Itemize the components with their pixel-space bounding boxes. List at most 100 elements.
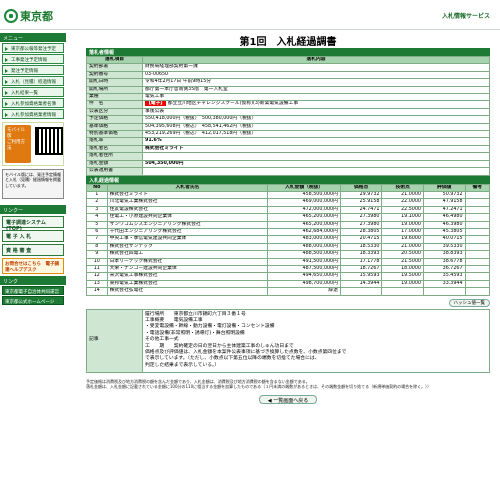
bid-cell: 465,200,000円	[267, 220, 341, 229]
winner-row-label: 開札場所	[86, 85, 143, 95]
winner-row: 件 名【電子】 都立立川地区チャレンジスクール(仮称)(3)新築電気設備工事	[86, 100, 490, 109]
winner-row: 公表適用書	[86, 167, 490, 176]
winner-row-text: 都庁第一本庁舎南側35階 第一入札室	[145, 86, 228, 92]
mobile-note: モバイル版には、発注予定情報と入札（見積）経過情報を掲載しています。	[2, 169, 64, 199]
sidebar-item-order-schedule[interactable]: 発注予定情報	[2, 65, 64, 75]
sidebar-item-bid-progress[interactable]: 入札（見積）経過情報	[2, 76, 64, 86]
bid-cell: 株式会社四電工	[106, 250, 269, 259]
qr-code-icon	[35, 127, 63, 155]
remarks-content: 履行場所 東京都立川市錦町六丁目３番１号 工事概要 電気設備工事 ・受変電設備・幹線…	[142, 308, 490, 373]
sidebar-item-vendor-info[interactable]: 入札参加資格業者情報	[2, 109, 64, 119]
bid-cell: 3	[86, 205, 108, 215]
bid-row: 7 中央工事・季信電気建設共同企業体 483,000,000円 20.4715 19.6…	[86, 235, 490, 244]
winner-row-label: 契約番号	[86, 70, 143, 80]
bid-cell: 498,700,000円	[267, 279, 341, 289]
bid-cell	[464, 190, 490, 200]
winner-row-text: 都立立川地区チャレンジスクール(仮称)(3)新築電気設備工事	[167, 101, 299, 107]
bid-cell: 7	[86, 235, 108, 244]
sidebar-item-koho[interactable]: 東京都公報等発注予定	[2, 43, 64, 53]
bid-cell: 川北電気工業株式会社	[106, 198, 269, 207]
bid-cell	[464, 235, 490, 244]
bid-cell: 483,000,000円	[267, 235, 341, 244]
bid-cell: 21.5000	[381, 257, 424, 266]
bid-cell: 日本リーテック株式会社	[106, 257, 269, 266]
winner-row-text: 504,395,608円（税込） 458,541,462円（税抜）	[145, 123, 257, 129]
bid-cell: 19.0000	[381, 220, 424, 229]
bid-cell	[464, 220, 490, 229]
winner-row-label: 落札者名	[86, 144, 143, 154]
winner-row-value: 453,219,269円（税込） 412,017,518円（税抜）	[142, 130, 490, 139]
winner-section-title: 落札者情報	[86, 48, 490, 56]
bid-cell: 462,684,000円	[267, 227, 341, 237]
winner-row: 契約番号 03-00650	[86, 70, 490, 80]
tokyo-logo[interactable]: 東京都	[4, 8, 53, 24]
bid-cell	[464, 205, 490, 215]
mobile-usage-link[interactable]: ご利用方法	[7, 140, 25, 151]
bid-cell: 18.5330	[339, 242, 383, 252]
sidebar-item-bid-results[interactable]: 入札結果一覧	[2, 87, 64, 97]
bid-cell	[464, 242, 490, 252]
bid-cell	[464, 250, 490, 259]
winner-row-label: 特別基準価格	[86, 130, 143, 139]
mobile-panel[interactable]: モバイル版 ご利用方法	[2, 122, 64, 166]
bid-row: 1 株式会社ミライト 458,500,000円 29.9732 21.0000 50.97…	[86, 190, 490, 200]
bid-row: 4 住電工・小原建設共同企業体 465,200,000円 27.3980 19.1000…	[86, 213, 490, 222]
links-title: リンクー	[0, 205, 66, 214]
bid-cell: 27.3980	[339, 213, 383, 222]
sidebar-item-construction-schedule[interactable]: 工事発注予定情報	[2, 54, 64, 64]
winner-row-value: 504,350,000円	[142, 159, 490, 169]
winner-row-label: 契約部署	[86, 63, 143, 72]
winner-row-label: 公表適用書	[86, 167, 143, 176]
winner-row-value: 電気工事	[142, 93, 490, 102]
hash-list-button[interactable]: ハッシュ値一覧	[448, 298, 490, 307]
winner-row-text: 令和4年2月17日 午前9時15分	[145, 79, 212, 85]
remarks-line: 判定した結果まで表示している。）	[145, 362, 220, 368]
bid-cell: 18.0000	[381, 264, 424, 274]
sidebar-menu-title: メニュー	[0, 33, 66, 42]
winner-row: 基準価格 504,395,608円（税込） 458,541,462円（税抜）	[86, 122, 490, 132]
bid-cell: 40.0715	[422, 235, 466, 244]
winner-row: 予定価格 550,418,000円（税抜） 500,380,000円（税抜）	[86, 115, 490, 124]
e-procurement-top-button[interactable]: 電子調達システム(TOP)	[2, 216, 64, 232]
bid-cell: 494,650,000円	[267, 272, 341, 281]
bid-cell: 24.7471	[339, 205, 383, 215]
bid-cell: 14.3944	[339, 279, 383, 289]
winner-row-label: 落札金額	[86, 159, 143, 169]
bid-cell: 12	[86, 272, 108, 281]
back-to-list-button[interactable]: ◀ 一覧画面へ戻る	[258, 395, 318, 405]
winner-row-value: 令和4年2月17日 午前9時15分	[142, 78, 490, 87]
link-tokyo-official[interactable]: 東京都公式ホームページ	[2, 296, 64, 305]
mobile-phone-icon: モバイル版 ご利用方法	[5, 125, 31, 163]
sidebar-item-vendor-list[interactable]: 入札参加資格業者名簿	[2, 98, 64, 108]
bids-col-header: 備考	[464, 183, 490, 192]
bid-row: 12 米沢電気工事株式会社 494,650,000円 15.9593 19.5000 35…	[86, 272, 490, 281]
qualification-button[interactable]: 資 格 審 査	[2, 244, 64, 256]
bid-cell: 488,000,000円	[267, 242, 341, 252]
helpdesk-button[interactable]: お問合せはこちら 電子調達ヘルプデスク	[2, 258, 64, 274]
bid-cell: 472,000,000円	[267, 205, 341, 215]
bid-cell: 39.5330	[422, 242, 466, 252]
bid-cell: 千代田エンジニアリング株式会社	[106, 227, 269, 237]
winner-row-text: 電気工事	[145, 94, 165, 100]
winner-row-text: 株式会社ミライト	[145, 145, 184, 151]
winner-row-value: 91.6%	[142, 137, 490, 146]
winner-row-text: 91.6%	[145, 138, 162, 144]
winner-table: 落札項目 落札内容 契約部署 財務局経理部契約第一課 契約番号 03-00650 開札日時…	[86, 55, 490, 176]
bid-cell	[422, 287, 466, 296]
bid-cell: 20.4715	[339, 235, 383, 244]
winner-row-value: 504,395,608円（税込） 458,541,462円（税抜）	[142, 122, 490, 132]
bid-cell: 50.9732	[422, 190, 466, 200]
link-e-gov-joint[interactable]: 東京都電子自治体共同運営	[2, 286, 64, 295]
bid-cell: 19.5000	[381, 272, 424, 281]
bid-cell: 36.7267	[422, 264, 466, 274]
bid-cell	[464, 227, 490, 237]
bid-cell: 17.0000	[381, 227, 424, 237]
bids-col-header: 入札金額（税抜）	[267, 183, 341, 192]
bid-cell: 27.3980	[339, 220, 383, 229]
bid-cell: 19.6000	[381, 235, 424, 244]
footnote-2: 落札金額は、入札金額に記載されている金額に100分の110に相当する金額を加算し…	[86, 384, 432, 389]
bid-cell: 46.3980	[422, 220, 466, 229]
bids-col-header: 技術点	[381, 183, 424, 192]
bids-table: No 入札者氏名 入札金額（税抜） 価格点 技術点 評価値 備考 1 株式会社ミライト 458,…	[86, 183, 490, 296]
bid-row: 10 日本リーテック株式会社 491,500,000円 17.1778 21.5000 3…	[86, 257, 490, 266]
